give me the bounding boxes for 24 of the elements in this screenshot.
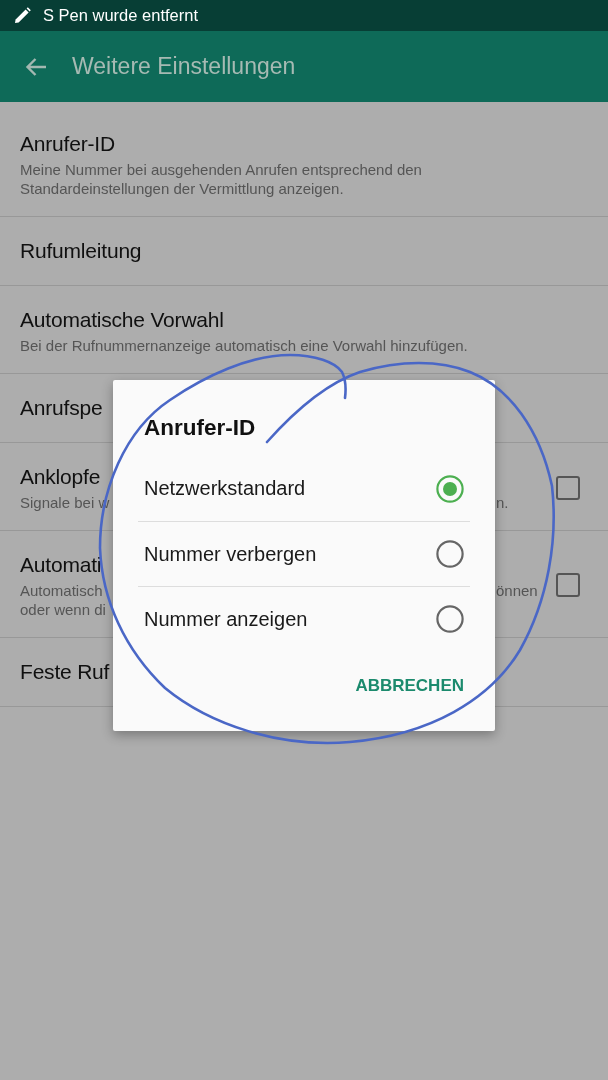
cancel-button[interactable]: ABBRECHEN (349, 666, 470, 706)
screen-title: Weitere Einstellungen (72, 53, 296, 80)
setting-description: Automatisch (20, 581, 103, 600)
setting-title: Feste Ruf (20, 659, 110, 685)
setting-description: önnen (496, 581, 538, 600)
setting-title: Anrufspe (20, 395, 103, 421)
status-notification: S Pen wurde entfernt (43, 6, 198, 25)
setting-title: Automatische Vorwahl (20, 307, 224, 333)
setting-description: Bei der Rufnummernanzeige automatisch eine Vorwahl hinzufügen. (20, 336, 468, 355)
back-icon[interactable] (25, 56, 47, 77)
radio-option[interactable]: Nummer anzeigen (138, 586, 470, 651)
dialog-title: Anrufer-ID (144, 414, 256, 442)
pencil-icon (14, 7, 31, 24)
setting-description: n. (496, 493, 509, 512)
setting-title: Rufumleitung (20, 238, 142, 264)
setting-title: Anrufer-ID (20, 131, 115, 157)
radio-option[interactable]: Netzwerkstandard (138, 456, 470, 521)
checkbox[interactable] (556, 573, 580, 597)
radio-option[interactable]: Nummer verbergen (138, 521, 470, 586)
setting-description: Meine Nummer bei ausgehenden Anrufen entsprechend den Standardeinstellungen der Vermittlung anzeigen. (20, 160, 423, 198)
setting-description: oder wenn di (20, 600, 106, 619)
checkbox[interactable] (556, 475, 580, 500)
setting-title: Automati (20, 552, 102, 578)
setting-title: Anklopfe (20, 464, 101, 490)
